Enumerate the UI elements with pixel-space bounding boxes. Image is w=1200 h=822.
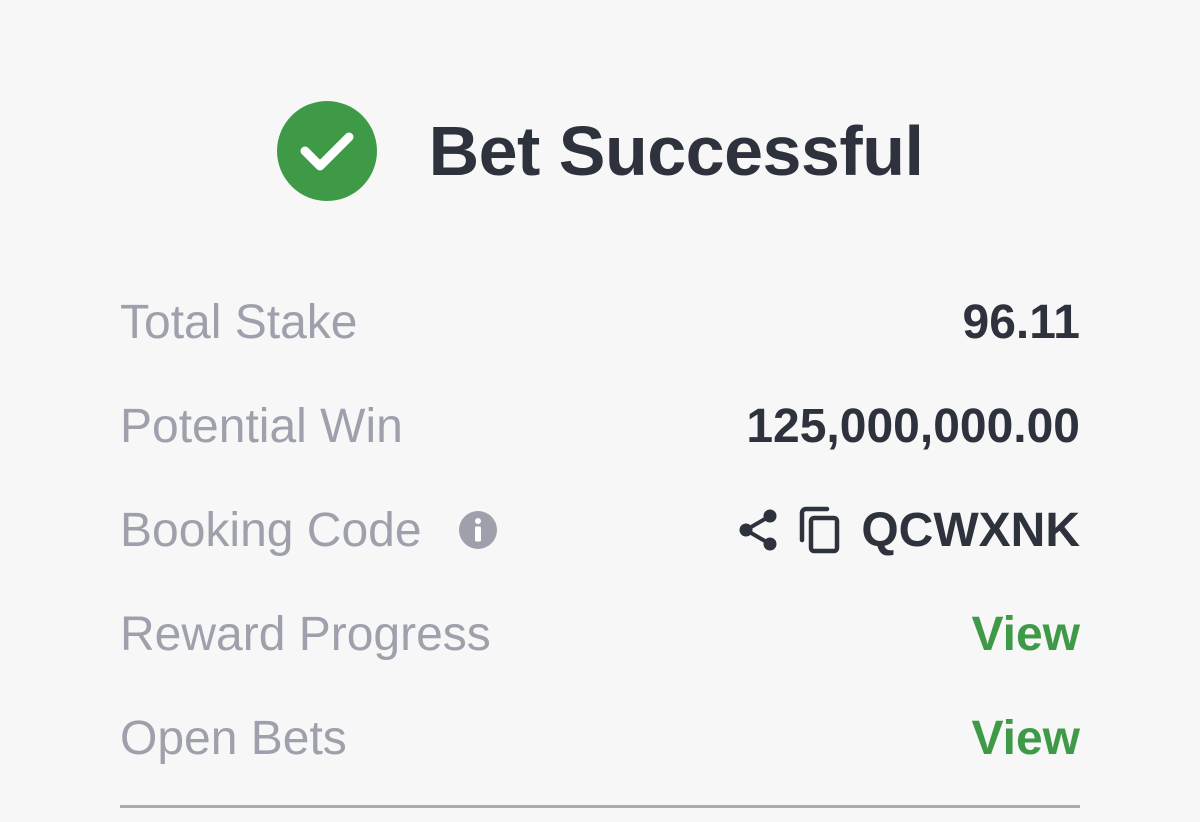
open-bets-label: Open Bets xyxy=(120,711,347,765)
total-stake-label: Total Stake xyxy=(120,295,358,349)
total-stake-value: 96.11 xyxy=(962,295,1080,349)
check-circle-icon xyxy=(276,101,377,201)
booking-code-value: QCWXNK xyxy=(861,503,1080,557)
copy-icon[interactable] xyxy=(799,506,841,554)
open-bets-row: Open Bets View xyxy=(120,686,1080,790)
divider xyxy=(120,805,1080,808)
reward-progress-label: Reward Progress xyxy=(120,607,491,661)
potential-win-value: 125,000,000.00 xyxy=(746,399,1080,453)
potential-win-row: Potential Win 125,000,000.00 xyxy=(120,374,1080,478)
info-icon[interactable] xyxy=(458,510,498,550)
page-title: Bet Successful xyxy=(428,112,924,190)
open-bets-view-link[interactable]: View xyxy=(971,711,1080,766)
bet-summary: Total Stake 96.11 Potential Win 125,000,… xyxy=(120,270,1080,790)
booking-code-label-group: Booking Code xyxy=(120,503,498,558)
booking-code-row: Booking Code QCWXNK xyxy=(120,478,1080,582)
share-icon[interactable] xyxy=(737,508,779,552)
total-stake-row: Total Stake 96.11 xyxy=(120,270,1080,374)
booking-code-value-group: QCWXNK xyxy=(737,503,1080,558)
success-header: Bet Successful xyxy=(0,100,1200,202)
potential-win-label: Potential Win xyxy=(120,399,403,453)
reward-progress-row: Reward Progress View xyxy=(120,582,1080,686)
reward-progress-view-link[interactable]: View xyxy=(971,607,1080,662)
booking-code-label: Booking Code xyxy=(120,503,422,557)
